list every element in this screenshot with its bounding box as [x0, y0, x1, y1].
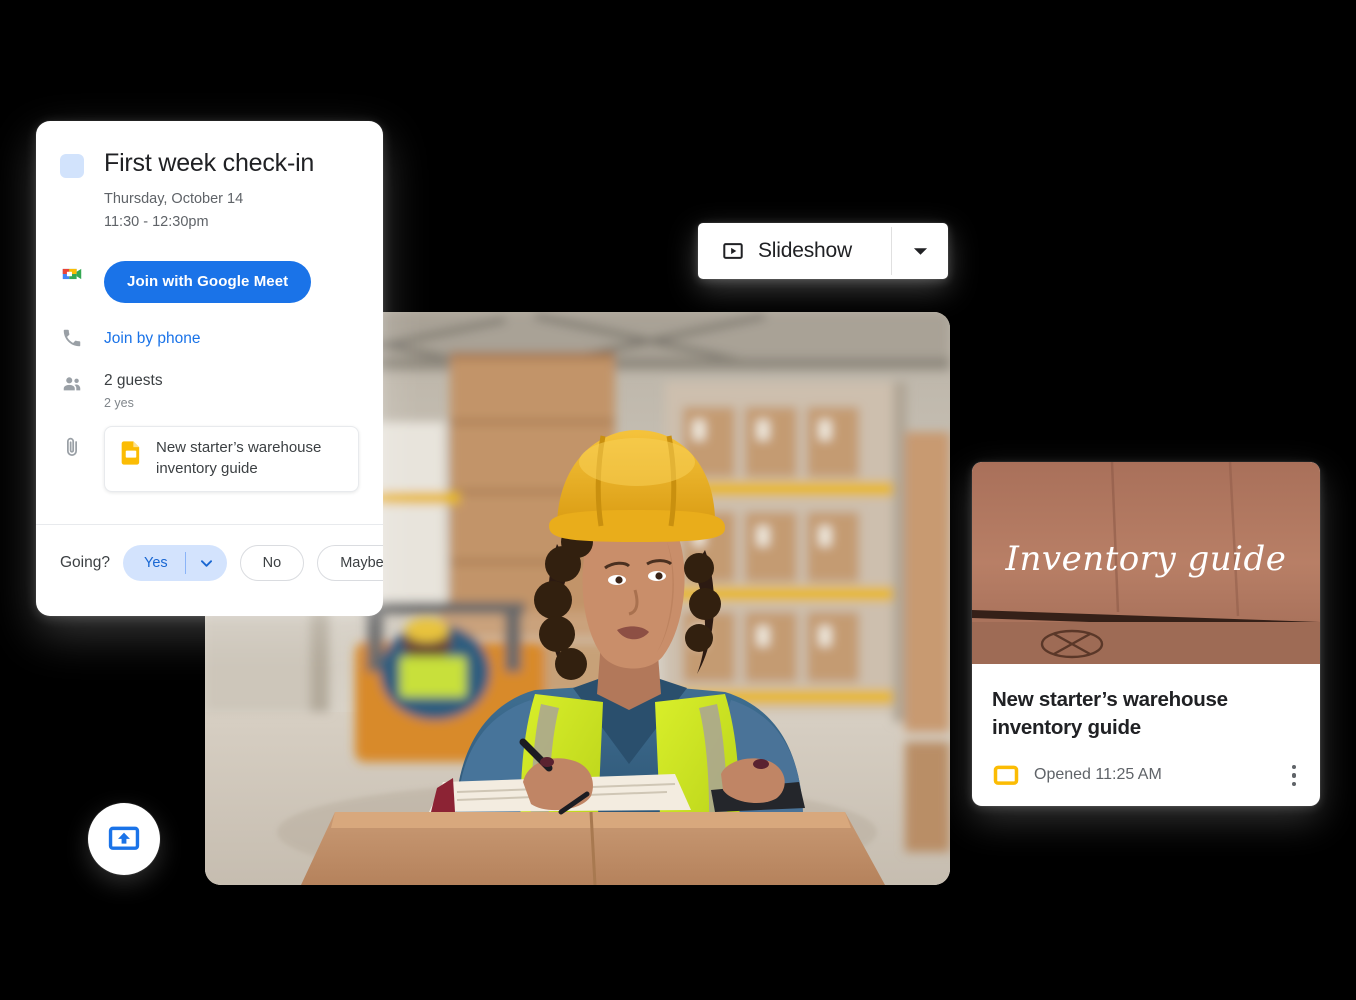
- google-slides-icon: [993, 765, 1019, 786]
- join-meet-row: Join with Google Meet: [60, 260, 359, 303]
- rsvp-yes-label: Yes: [143, 555, 168, 572]
- guests-rsvp-summary: 2 yes: [104, 395, 134, 410]
- guests-row: 2 guests 2 yes: [60, 371, 359, 410]
- present-to-screen-button[interactable]: [88, 803, 160, 875]
- event-title-row: First week check-in: [60, 149, 359, 178]
- document-meta: New starter’s warehouse inventory guide …: [972, 664, 1320, 792]
- attachment-row: New starter’s warehouse inventory guide: [60, 425, 359, 493]
- rsvp-row: Going? Yes No Maybe: [36, 525, 383, 582]
- canvas: First week check-in Thursday, October 14…: [0, 0, 1356, 1000]
- present-to-screen-icon: [107, 822, 141, 856]
- slideshow-dropdown-button[interactable]: [892, 223, 948, 279]
- join-phone-row: Join by phone: [60, 327, 359, 351]
- chevron-down-icon: [913, 247, 928, 256]
- slideshow-label: Slideshow: [758, 239, 852, 262]
- event-time: 11:30 - 12:30pm: [104, 214, 209, 231]
- rsvp-maybe-button[interactable]: Maybe: [317, 545, 383, 582]
- event-date: Thursday, October 14: [104, 191, 244, 207]
- document-title: New starter’s warehouse inventory guide: [992, 688, 1228, 740]
- event-title: First week check-in: [104, 149, 315, 177]
- rsvp-prompt: Going?: [60, 554, 110, 572]
- slideshow-button-container: Slideshow: [698, 223, 948, 279]
- google-meet-icon: [60, 261, 84, 287]
- rsvp-no-button[interactable]: No: [239, 545, 305, 582]
- document-card[interactable]: Inventory guide New starter’s warehouse …: [972, 462, 1320, 806]
- thumbnail-overlay-text: Inventory guide: [1005, 539, 1287, 579]
- play-box-icon: [722, 240, 744, 262]
- people-icon: [60, 373, 84, 395]
- event-datetime: Thursday, October 14 11:30 - 12:30pm: [104, 188, 359, 235]
- more-vert-icon[interactable]: [1288, 759, 1301, 793]
- phone-icon: [60, 327, 84, 349]
- rsvp-yes-button[interactable]: Yes: [122, 545, 227, 582]
- paperclip-icon: [60, 436, 84, 458]
- inventory-guide-slide-thumbnail: Inventory guide: [972, 462, 1320, 664]
- calendar-card-body: First week check-in Thursday, October 14…: [36, 121, 383, 493]
- guests-count: 2 guests: [104, 371, 163, 389]
- attachment-chip[interactable]: New starter’s warehouse inventory guide: [104, 425, 359, 493]
- guests-info: 2 guests 2 yes: [104, 371, 163, 410]
- chevron-down-icon[interactable]: [186, 560, 227, 567]
- attachment-name: New starter’s warehouse inventory guide: [156, 438, 322, 477]
- document-footer: Opened 11:25 AM: [992, 759, 1300, 793]
- calendar-event-card: First week check-in Thursday, October 14…: [36, 121, 383, 616]
- join-by-phone-link[interactable]: Join by phone: [104, 327, 201, 351]
- google-slides-icon: [121, 441, 140, 465]
- slideshow-button[interactable]: Slideshow: [698, 223, 891, 279]
- slideshow-button-group: Slideshow: [684, 214, 962, 288]
- document-status: Opened 11:25 AM: [1034, 766, 1162, 784]
- calendar-color-chip: [60, 154, 84, 178]
- join-with-google-meet-button[interactable]: Join with Google Meet: [104, 260, 312, 303]
